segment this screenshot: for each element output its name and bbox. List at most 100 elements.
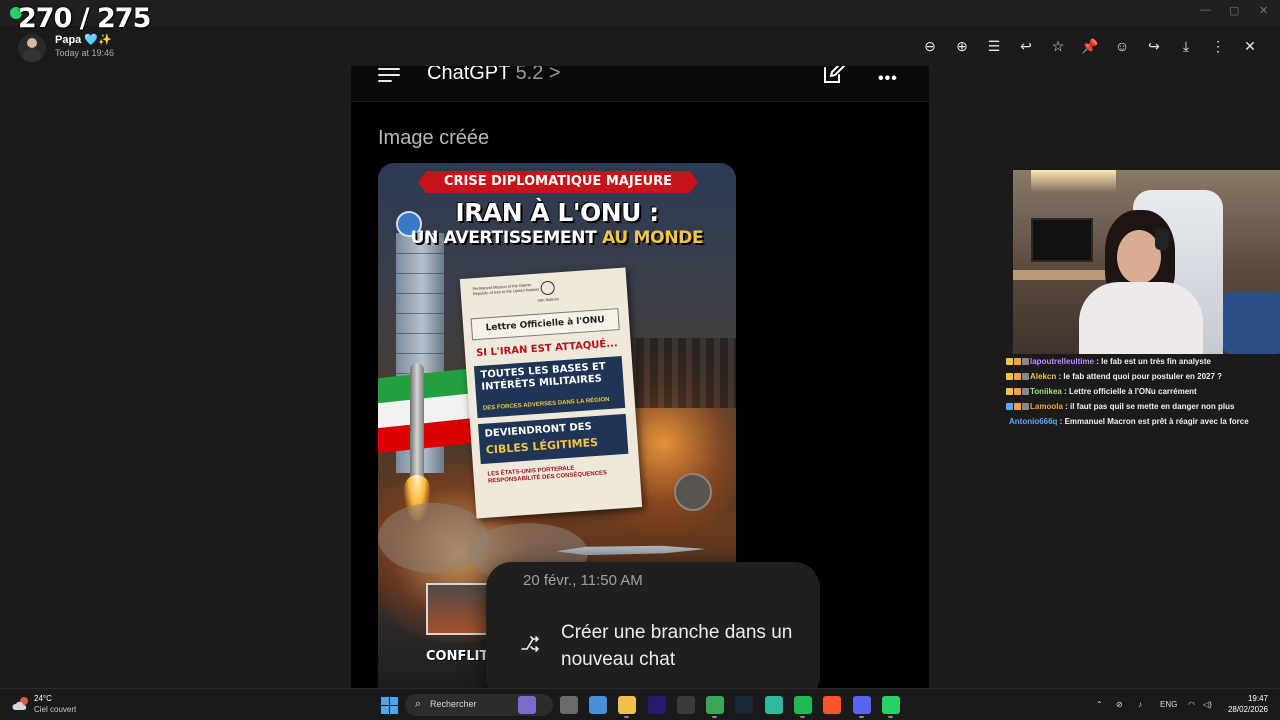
chat-text: Emmanuel Macron est prêt à réagir avec l… [1064, 417, 1249, 426]
wifi-icon[interactable]: ◠ [1188, 700, 1195, 709]
poster-title: IRAN À L'ONU : [455, 198, 659, 227]
weather-description[interactable]: Ciel couvert [34, 705, 76, 714]
chat-username[interactable]: Lamoola [1030, 402, 1063, 411]
official-letter: Permanent Mission of the Islamic Republi… [459, 267, 643, 519]
emblem-icon [540, 280, 556, 296]
tv-screen [1031, 218, 1093, 262]
more-options-icon[interactable]: ••• [878, 70, 898, 88]
taskbar: 24°C Ciel couvert ⌕ Rechercher ⌃ ⊘ ♪ ENG… [0, 688, 1280, 720]
chat-message: lapoutrelleultime : le fab est un très f… [1006, 356, 1280, 371]
minimize-button[interactable]: — [1200, 4, 1211, 16]
forward-icon[interactable]: ↪ [1144, 36, 1164, 56]
chat-text: le fab attend quoi pour postuler en 2027… [1063, 372, 1223, 381]
menu-icon[interactable] [378, 68, 400, 82]
network-icon[interactable]: ⊘ [1116, 700, 1123, 709]
chat-message: Antonio666q : Emmanuel Macron est prêt à… [1009, 417, 1249, 426]
premiere-pro-icon[interactable] [648, 696, 666, 714]
headset-icon [1155, 228, 1169, 250]
chat-badge-icon [1006, 358, 1013, 365]
whatsapp-icon[interactable] [882, 696, 900, 714]
chat-username[interactable]: Alekcn [1030, 372, 1056, 381]
emblem-caption: Iran Nations [537, 296, 560, 303]
chat-username[interactable]: Antonio666q [1009, 417, 1057, 426]
download-icon[interactable]: ⤓ [1176, 36, 1196, 56]
copilot-icon[interactable] [589, 696, 607, 714]
iran-flag [378, 367, 476, 454]
pin-icon[interactable]: 📌 [1080, 36, 1100, 56]
weather-temperature[interactable]: 24°C [34, 694, 52, 703]
chat-badge-icon [1022, 403, 1029, 410]
running-indicator [712, 716, 717, 718]
chat-username[interactable]: lapoutrelleultime [1030, 357, 1094, 366]
clock-time[interactable]: 19:47 [1228, 694, 1268, 703]
windows-start-icon[interactable] [381, 697, 398, 714]
zoom-out-icon[interactable]: ⊖ [920, 36, 940, 56]
radar-dish [674, 473, 712, 511]
reply-icon[interactable]: ↩ [1016, 36, 1036, 56]
chat-username[interactable]: Toniikea [1030, 387, 1062, 396]
streamlabs-icon[interactable] [765, 696, 783, 714]
letter-footer: LES ÉTATS-UNIS PORTERALE RESPONSABILITÉ … [487, 465, 608, 485]
chat-badge-icon [1006, 403, 1013, 410]
webcam-feed [1013, 170, 1280, 354]
chat-badge-icon [1022, 388, 1029, 395]
avatar[interactable] [18, 34, 46, 62]
window-titlebar: — ▢ ✕ [0, 0, 1280, 26]
running-indicator [800, 716, 805, 718]
chat-badge-icon [1006, 373, 1013, 380]
caption-icon[interactable]: ☰ [984, 36, 1004, 56]
context-menu: 20 févr., 11:50 AM Créer une branche dan… [486, 562, 820, 688]
search-placeholder: Rechercher [430, 699, 477, 709]
task-view-icon[interactable] [560, 696, 578, 714]
chat-message: Toniikea : Lettre officielle à l'ONu car… [1006, 386, 1280, 401]
chat-text: Lettre officielle à l'ONu carrément [1068, 387, 1197, 396]
image-created-label: Image créée [378, 127, 490, 149]
running-indicator [888, 716, 893, 718]
letter-warning: SI L'IRAN EST ATTAQUÉ... [475, 338, 619, 360]
zoom-in-icon[interactable]: ⊕ [952, 36, 972, 56]
shared-image: ChatGPT 5.2 > ••• Image créée CRISE DIPL… [351, 66, 929, 688]
obs-icon[interactable] [677, 696, 695, 714]
chat-badge-icon [1014, 403, 1021, 410]
banner-text: CRISE DIPLOMATIQUE MAJEURE [443, 174, 673, 189]
language-indicator[interactable]: ENG [1160, 700, 1177, 709]
screen: — ▢ ✕ 270 / 275 Papa 🩵✨ Today at 19:46 ⊖… [0, 0, 1280, 720]
chatgpt-title[interactable]: ChatGPT 5.2 > [427, 66, 561, 85]
spotify-icon[interactable] [794, 696, 812, 714]
microphone-icon[interactable]: ♪ [1138, 700, 1142, 709]
running-indicator [859, 716, 864, 718]
message-date: 20 févr., 11:50 AM [523, 572, 643, 589]
message-time: Today at 19:46 [55, 48, 115, 58]
close-icon[interactable]: ✕ [1240, 36, 1260, 56]
emoji-icon[interactable]: ☺ [1112, 36, 1132, 56]
widgets-icon[interactable] [518, 696, 536, 714]
discord-icon[interactable] [853, 696, 871, 714]
branch-new-chat-option[interactable]: Créer une branche dans un nouveau chat [561, 619, 811, 673]
chat-badge-icon [1022, 373, 1029, 380]
tray-overflow-icon[interactable]: ⌃ [1096, 700, 1103, 709]
window-close-button[interactable]: ✕ [1259, 4, 1268, 17]
star-icon[interactable]: ☆ [1048, 36, 1068, 56]
chat-badge-icon [1022, 358, 1029, 365]
more-vertical-icon[interactable]: ⋮ [1208, 36, 1228, 56]
volume-icon[interactable]: ◁) [1203, 700, 1212, 709]
file-explorer-icon[interactable] [618, 696, 636, 714]
brave-icon[interactable] [823, 696, 841, 714]
chat-text: il faut pas quil se mette en danger non … [1070, 402, 1235, 411]
stream-counter: 270 / 275 [18, 3, 151, 34]
new-chat-icon[interactable] [821, 66, 845, 86]
letter-header: Permanent Mission of the Islamic Republi… [472, 282, 540, 297]
maximize-button[interactable]: ▢ [1229, 4, 1239, 17]
sender-name: Papa 🩵✨ [55, 34, 112, 46]
steam-icon[interactable] [735, 696, 753, 714]
chat-badge-icon [1006, 388, 1013, 395]
chrome-icon[interactable] [706, 696, 724, 714]
branch-icon [521, 636, 539, 652]
running-indicator [624, 716, 629, 718]
chatgpt-header: ChatGPT 5.2 > ••• [351, 66, 929, 102]
cloudy-weather-icon[interactable] [12, 696, 30, 712]
chat-message: Lamoola : il faut pas quil se mette en d… [1006, 401, 1280, 416]
clock-date[interactable]: 28/02/2026 [1218, 705, 1268, 714]
chat-badge-icon [1014, 388, 1021, 395]
missile [410, 363, 424, 483]
